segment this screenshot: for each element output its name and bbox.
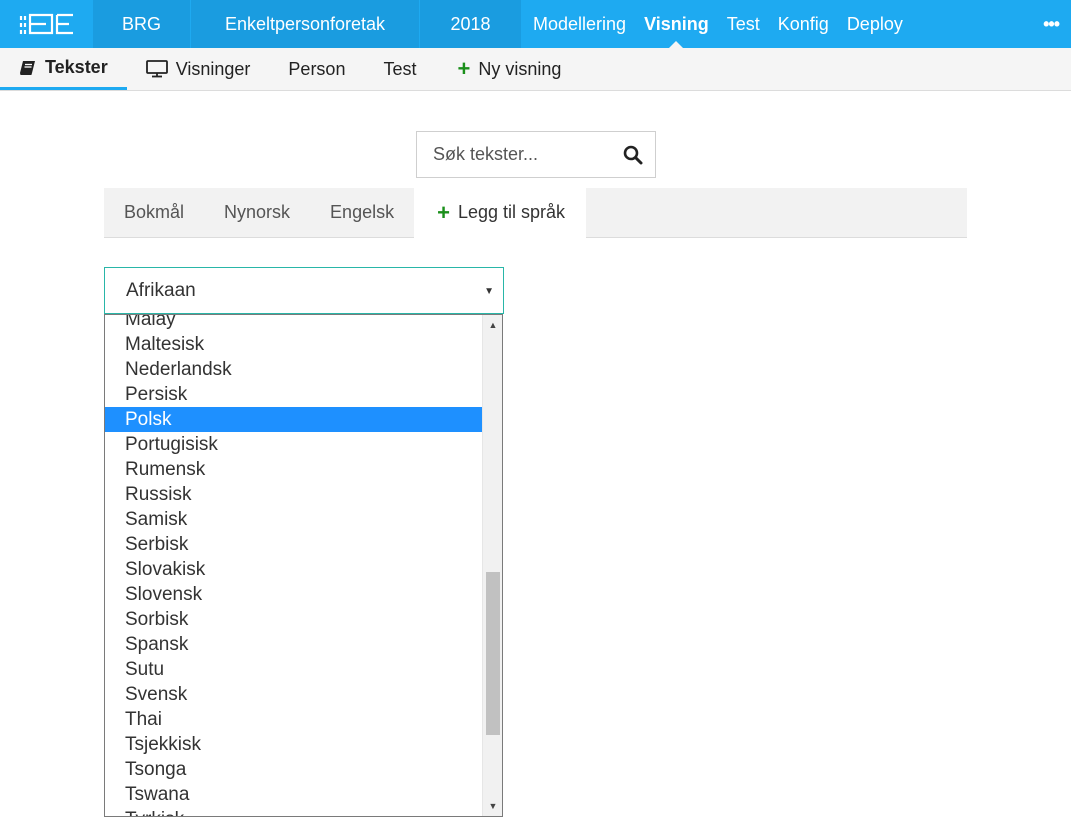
dropdown-option[interactable]: Sorbisk xyxy=(105,607,482,632)
dropdown-option[interactable]: Thai xyxy=(105,707,482,732)
search-box xyxy=(416,131,656,178)
tab-visninger[interactable]: Visninger xyxy=(127,48,270,90)
plus-icon: + xyxy=(457,56,471,81)
dropdown-option[interactable]: Russisk xyxy=(105,482,482,507)
dropdown-option[interactable]: Nederlandsk xyxy=(105,357,482,382)
language-select-value: Afrikaan xyxy=(126,279,196,301)
plus-icon: + xyxy=(437,199,450,225)
language-dropdown-list: Malay Maltesisk Nederlandsk Persisk Polsk Por… xyxy=(104,314,503,817)
logo-icon xyxy=(19,13,73,35)
dropdown-option[interactable]: Tsonga xyxy=(105,757,482,782)
language-select[interactable]: Afrikaan ▼ xyxy=(104,267,504,314)
dropdown-option[interactable]: Persisk xyxy=(105,382,482,407)
nav-visning[interactable]: Visning xyxy=(635,0,718,48)
new-view-label: Ny visning xyxy=(478,58,562,79)
tab-nynorsk[interactable]: Nynorsk xyxy=(204,188,310,237)
new-view-button[interactable]: + Ny visning xyxy=(435,48,580,90)
add-language-label: Legg til språk xyxy=(457,202,566,222)
dropdown-option[interactable]: Serbisk xyxy=(105,532,482,557)
dropdown-option[interactable]: Polsk xyxy=(105,407,482,432)
tab-engelsk[interactable]: Engelsk xyxy=(310,188,414,237)
dropdown-option[interactable]: Maltesisk xyxy=(105,332,482,357)
tab-bokmal[interactable]: Bokmål xyxy=(104,188,204,237)
dropdown-option[interactable]: Tsjekkisk xyxy=(105,732,482,757)
tab-person[interactable]: Person xyxy=(269,48,364,90)
context-year[interactable]: 2018 xyxy=(419,0,521,48)
nav-test[interactable]: Test xyxy=(718,0,769,48)
tab-tekster[interactable]: Tekster xyxy=(0,48,127,90)
tab-test[interactable]: Test xyxy=(364,48,435,90)
dropdown-option[interactable]: Spansk xyxy=(105,632,482,657)
search-input[interactable] xyxy=(417,144,617,165)
caret-down-icon: ▼ xyxy=(484,286,494,297)
dropdown-scrollbar[interactable]: ▲ ▼ xyxy=(482,315,502,816)
tab-visninger-label: Visninger xyxy=(175,58,251,79)
language-tabs: Bokmål Nynorsk Engelsk + Legg til språk xyxy=(104,188,967,238)
context-enkeltpersonforetak[interactable]: Enkeltpersonforetak xyxy=(190,0,419,48)
dropdown-option[interactable]: Slovakisk xyxy=(105,557,482,582)
dropdown-option[interactable]: Portugisisk xyxy=(105,432,482,457)
nav-konfig[interactable]: Konfig xyxy=(769,0,838,48)
scrollbar-thumb[interactable] xyxy=(486,572,500,735)
dropdown-options: Malay Maltesisk Nederlandsk Persisk Polsk Por… xyxy=(105,315,482,816)
nav-modellering[interactable]: Modellering xyxy=(524,0,635,48)
dropdown-option[interactable]: Tswana xyxy=(105,782,482,807)
scroll-up-arrow-icon[interactable]: ▲ xyxy=(483,315,502,335)
dropdown-option[interactable]: Slovensk xyxy=(105,582,482,607)
search-icon[interactable] xyxy=(623,145,643,170)
more-menu-icon[interactable]: ••• xyxy=(1043,14,1060,35)
dropdown-option[interactable]: Malay xyxy=(105,315,482,332)
dropdown-option[interactable]: Samisk xyxy=(105,507,482,532)
monitor-icon xyxy=(145,60,168,78)
dropdown-option[interactable]: Tyrkisk xyxy=(105,807,482,816)
scroll-down-arrow-icon[interactable]: ▼ xyxy=(483,796,502,816)
add-language-tab[interactable]: + Legg til språk xyxy=(414,188,587,238)
sub-tabs: Tekster Visninger Person Test + Ny visni… xyxy=(0,48,1071,91)
main-nav: Modellering Visning Test Konfig Deploy xyxy=(524,0,912,48)
top-navigation-bar: BRG Enkeltpersonforetak 2018 Modellering… xyxy=(0,0,1071,48)
dropdown-option[interactable]: Svensk xyxy=(105,682,482,707)
dropdown-option[interactable]: Sutu xyxy=(105,657,482,682)
context-brg[interactable]: BRG xyxy=(93,0,190,48)
app-logo[interactable] xyxy=(0,0,93,48)
tab-tekster-label: Tekster xyxy=(45,57,108,77)
nav-deploy[interactable]: Deploy xyxy=(838,0,912,48)
book-icon xyxy=(19,60,37,76)
dropdown-option[interactable]: Rumensk xyxy=(105,457,482,482)
